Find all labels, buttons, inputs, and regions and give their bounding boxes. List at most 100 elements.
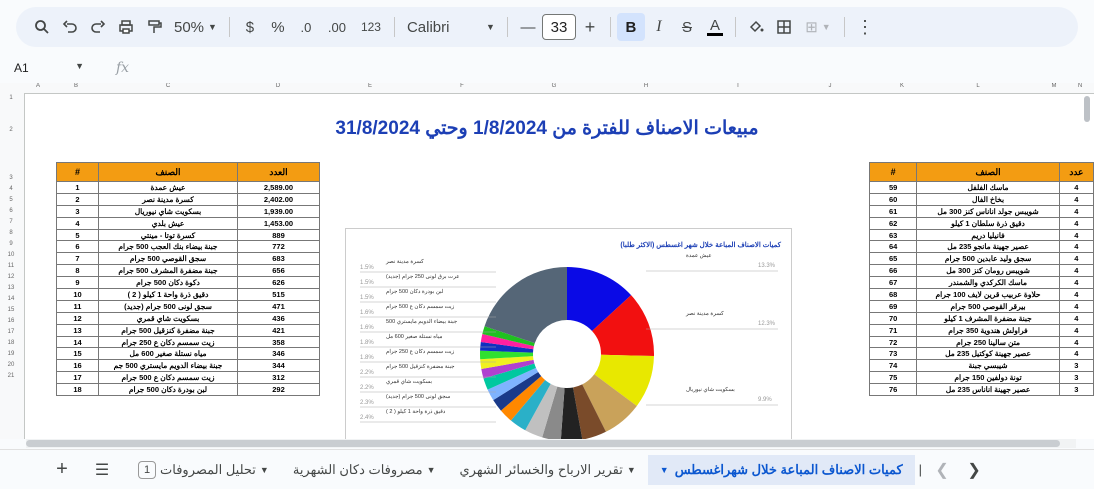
pie-chart[interactable]: كميات الاصناف المباعة خلال شهر اغسطس (ال… [345, 228, 792, 439]
number-format-button[interactable]: 123 [354, 13, 388, 41]
scroll-tabs-left-icon[interactable]: ❮ [926, 455, 958, 485]
tab-profit-loss[interactable]: تقرير الارباح والخسائر الشهري ▼ [448, 455, 648, 485]
item-name[interactable]: عيش عمدة [98, 181, 238, 194]
item-name[interactable]: سجق لونى 500 جرام (جديد) [98, 299, 238, 313]
item-quantity[interactable]: 4 [1058, 252, 1094, 266]
row-number[interactable]: 66 [868, 264, 918, 278]
item-name[interactable]: عيش بلدي [98, 216, 238, 230]
row-number[interactable]: 3 [56, 204, 99, 218]
item-quantity[interactable]: 683 [237, 252, 320, 266]
row-number[interactable]: 61 [868, 204, 918, 218]
row-number[interactable]: 17 [56, 371, 99, 385]
item-quantity[interactable]: 4 [1058, 216, 1094, 230]
vertical-scrollbar[interactable] [1084, 96, 1090, 122]
row-header[interactable]: 13 [0, 285, 22, 291]
item-quantity[interactable]: 4 [1058, 299, 1094, 313]
item-quantity[interactable]: 4 [1058, 276, 1094, 290]
row-header[interactable]: 16 [0, 318, 22, 324]
column-header[interactable]: N [1070, 83, 1090, 89]
scrollbar-thumb[interactable] [26, 440, 1060, 447]
scroll-tabs-right-icon[interactable]: ❯ [958, 455, 990, 485]
item-name[interactable]: سجق القوصي 500 جرام [98, 252, 238, 266]
item-name[interactable]: عصير جهينة مانجو 235 مل [916, 240, 1060, 254]
item-quantity[interactable]: 312 [237, 371, 320, 385]
row-number[interactable]: 4 [56, 216, 99, 230]
bold-button[interactable]: B [616, 13, 645, 41]
row-number[interactable]: 2 [56, 192, 99, 206]
paint-format-icon[interactable] [140, 13, 168, 41]
row-number[interactable]: 63 [868, 228, 918, 242]
row-number[interactable]: 60 [868, 192, 918, 206]
text-color-icon[interactable]: A [701, 13, 729, 41]
row-number[interactable]: 74 [868, 359, 918, 373]
row-number[interactable]: 59 [868, 181, 918, 194]
item-quantity[interactable]: 1,939.00 [237, 204, 320, 218]
item-name[interactable]: ماسك الفلفل [916, 181, 1060, 194]
print-icon[interactable] [112, 13, 140, 41]
all-sheets-menu-icon[interactable]: ☰ [86, 455, 118, 485]
item-quantity[interactable]: 344 [237, 359, 320, 373]
item-name[interactable]: لبن بودرة دكان 500 جرام [98, 383, 238, 397]
item-name[interactable]: دكوة دكان 500 جرام [98, 276, 238, 290]
item-name[interactable]: حلاوة عربيب قرين لايف 100 جرام [916, 288, 1060, 301]
row-number[interactable]: 72 [868, 335, 918, 349]
more-options-icon[interactable]: ⋮ [851, 13, 879, 41]
currency-button[interactable]: $ [236, 13, 264, 41]
column-header[interactable]: O [1090, 83, 1094, 89]
item-name[interactable]: شويبس رومان كنز 300 مل [916, 264, 1060, 278]
item-quantity[interactable]: 1,453.00 [237, 216, 320, 230]
row-number[interactable]: 10 [56, 288, 99, 301]
row-number[interactable]: 12 [56, 311, 99, 325]
row-header[interactable]: 11 [0, 263, 22, 269]
item-name[interactable]: ماسك الكركدي والشمندر [916, 276, 1060, 290]
item-name[interactable]: كسرة توتا - مينتي [98, 228, 238, 242]
increase-font-size-icon[interactable]: + [576, 13, 604, 41]
row-number[interactable]: 69 [868, 299, 918, 313]
item-quantity[interactable]: 889 [237, 228, 320, 242]
item-name[interactable]: بسكويت شاي قمري [98, 311, 238, 325]
row-number[interactable]: 13 [56, 323, 99, 337]
row-number[interactable]: 5 [56, 228, 99, 242]
row-number[interactable]: 18 [56, 383, 99, 397]
row-number[interactable]: 67 [868, 276, 918, 290]
row-number[interactable]: 68 [868, 288, 918, 301]
undo-icon[interactable] [56, 13, 84, 41]
row-header[interactable]: 5 [0, 197, 22, 203]
row-number[interactable]: 71 [868, 323, 918, 337]
row-header[interactable]: 7 [0, 219, 22, 225]
item-name[interactable]: بسكويت شاي نيوريال [98, 204, 238, 218]
row-number[interactable]: 7 [56, 252, 99, 266]
item-quantity[interactable]: 4 [1058, 311, 1094, 325]
column-header[interactable]: I [728, 83, 748, 89]
row-number[interactable]: 9 [56, 276, 99, 290]
item-name[interactable]: جبنة مضفرة المشرف 500 جرام [98, 264, 238, 278]
column-header[interactable]: H [636, 83, 656, 89]
item-name[interactable]: مياه نستلة صغير 600 مل [98, 347, 238, 361]
row-header[interactable]: 20 [0, 362, 22, 368]
item-quantity[interactable]: 3 [1058, 371, 1094, 385]
column-header[interactable]: M [1044, 83, 1064, 89]
row-header[interactable]: 1 [0, 95, 22, 101]
item-quantity[interactable]: 4 [1058, 264, 1094, 278]
zoom-select[interactable]: 50% ▼ [168, 13, 223, 41]
item-quantity[interactable]: 2,402.00 [237, 192, 320, 206]
row-header[interactable]: 19 [0, 351, 22, 357]
row-number[interactable]: 14 [56, 335, 99, 349]
item-name[interactable]: جبنة مضفرة كنزقيل 500 جرام [98, 323, 238, 337]
row-number[interactable]: 8 [56, 264, 99, 278]
item-quantity[interactable]: 3 [1058, 383, 1094, 397]
increase-decimal-button[interactable]: .00 [320, 13, 354, 41]
item-name[interactable]: شيبسي جبنة [916, 359, 1060, 373]
row-header[interactable]: 6 [0, 208, 22, 214]
item-name[interactable]: فانيليا دريم [916, 228, 1060, 242]
row-header[interactable]: 21 [0, 373, 22, 379]
add-sheet-button[interactable]: + [46, 455, 78, 485]
column-header[interactable]: A [28, 83, 48, 89]
item-name[interactable]: متن سالينا 250 جرام [916, 335, 1060, 349]
item-name[interactable]: عصير جهينة اناناس 235 مل [916, 383, 1060, 397]
column-header[interactable]: B [66, 83, 86, 89]
column-header[interactable]: G [544, 83, 564, 89]
row-number[interactable]: 62 [868, 216, 918, 230]
column-header[interactable]: K [892, 83, 912, 89]
name-box[interactable]: A1 ▼ [0, 61, 90, 75]
